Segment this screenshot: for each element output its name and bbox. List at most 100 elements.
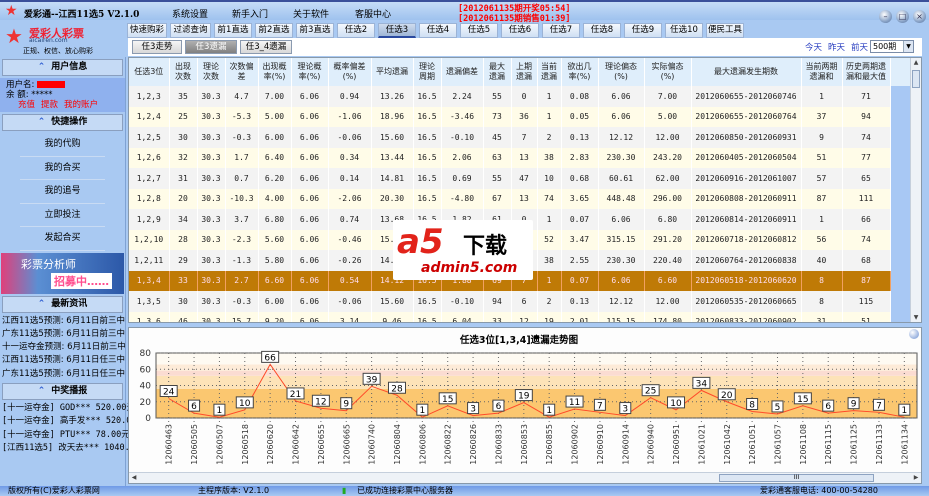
table-scrollbar[interactable]: ▲ ▼: [910, 58, 921, 322]
column-header[interactable]: 平均遗漏: [371, 58, 414, 86]
chart-scrollbar[interactable]: ◀ III ▶: [129, 472, 921, 483]
scroll-thumb[interactable]: III: [719, 474, 874, 482]
data-label: 24: [163, 388, 175, 398]
table-row[interactable]: 1,2,6 32 30.3 1.7 6.40 6.06 0.34 13.44 16.5 2.06 6…: [129, 147, 911, 168]
menu-system-settings[interactable]: 系统设置: [172, 7, 208, 20]
table-cell: 4.7: [225, 86, 259, 107]
table-row[interactable]: 1,2,5 30 30.3 -0.3 6.00 6.06 -0.06 15.60 16.5 -0.…: [129, 127, 911, 148]
withdraw-link[interactable]: 提款: [41, 100, 58, 110]
column-header[interactable]: 理论 次数: [197, 58, 226, 86]
data-label: 6: [191, 402, 197, 412]
column-header[interactable]: 概率偏差 (%): [328, 58, 372, 86]
tab-4[interactable]: 前3直选: [296, 23, 334, 38]
column-header[interactable]: 理论 周期: [413, 58, 442, 86]
menu-about[interactable]: 关于软件: [293, 7, 329, 20]
table-row[interactable]: 1,2,8 20 30.3 -10.3 4.00 6.06 -2.06 20.30 16.5 -4…: [129, 188, 911, 209]
user-info-header[interactable]: ⌃ 用户信息: [2, 59, 123, 76]
tab-0[interactable]: 快速购彩: [127, 23, 167, 38]
table-cell: 1,2,11: [129, 250, 170, 271]
tab-3[interactable]: 前2直选: [255, 23, 293, 38]
tab-5[interactable]: 任选2: [337, 23, 375, 38]
recruit-banner[interactable]: 彩票分析师 招募中……: [1, 252, 124, 294]
column-header[interactable]: 理论偏态 (%): [598, 58, 645, 86]
tab-11[interactable]: 任选8: [583, 23, 621, 38]
table-row[interactable]: 1,3,6 46 30.3 15.7 9.20 6.06 3.14 9.46 16.5 6.04 3…: [129, 311, 911, 322]
tab-2[interactable]: 前1直选: [214, 23, 252, 38]
column-header[interactable]: 上期 遗漏: [511, 58, 538, 86]
scroll-right-icon[interactable]: ▶: [911, 474, 921, 481]
news-item[interactable]: 广东11选5预测: 6月11日前三中: [0, 328, 125, 341]
column-header[interactable]: 次数偏差: [225, 58, 259, 86]
tab-13[interactable]: 任选10: [665, 23, 703, 38]
menu-support[interactable]: 客服中心: [355, 7, 391, 20]
data-label: 28: [391, 384, 403, 394]
column-header[interactable]: 出现 次数: [169, 58, 198, 86]
tab-ren3-4-omission[interactable]: 任3_4遗漏: [240, 40, 292, 54]
tab-7[interactable]: 任选4: [419, 23, 457, 38]
yesterday-link[interactable]: 昨天: [828, 43, 845, 53]
win-broadcast-header[interactable]: ⌃ 中奖播报: [2, 382, 123, 400]
news-item[interactable]: 十一运夺金预测: 6月11日前三中: [0, 341, 125, 354]
quick-my-follow[interactable]: 我的追号: [20, 180, 105, 204]
quick-ops-header[interactable]: ⌃ 快捷操作: [2, 114, 123, 131]
recharge-link[interactable]: 充值: [18, 100, 35, 110]
tab-12[interactable]: 任选9: [624, 23, 662, 38]
column-header[interactable]: 任选3位: [129, 58, 170, 86]
scroll-left-icon[interactable]: ◀: [129, 474, 139, 481]
tab-6[interactable]: 任选3: [378, 23, 416, 38]
table-row[interactable]: 1,3,5 30 30.3 -0.3 6.00 6.06 -0.06 15.60 16.5 -0.…: [129, 291, 911, 312]
column-header[interactable]: 历史两期遗 漏和最大值: [842, 58, 891, 86]
column-header[interactable]: 最大 遗漏: [483, 58, 512, 86]
news-item[interactable]: 广东11选5预测: 6月11日任三中: [0, 368, 125, 381]
quick-my-group-buys[interactable]: 我的合买: [20, 157, 105, 180]
x-tick-label: 12060833: [494, 424, 503, 465]
menu-beginner[interactable]: 新手入门: [232, 7, 268, 20]
today-link[interactable]: 今天: [805, 43, 822, 53]
column-header[interactable]: 出现概 率(%): [258, 58, 292, 86]
scroll-thumb[interactable]: [912, 70, 920, 88]
day-before-link[interactable]: 前天: [851, 43, 868, 53]
news-header[interactable]: ⌃ 最新资讯: [2, 295, 123, 313]
table-row[interactable]: 1,2,3 35 30.3 4.7 7.00 6.06 0.94 13.26 16.5 2.24 5…: [129, 86, 911, 107]
chevron-down-icon[interactable]: ▼: [903, 41, 913, 52]
column-header[interactable]: 实际偏态 (%): [644, 58, 692, 86]
tab-ren3-omission[interactable]: 任3遗漏: [185, 40, 237, 54]
scroll-down-icon[interactable]: ▼: [911, 314, 921, 321]
tab-10[interactable]: 任选7: [542, 23, 580, 38]
tab-14[interactable]: 便民工具: [706, 23, 744, 38]
row-blank-cell: [890, 127, 911, 148]
data-label: 3: [622, 405, 628, 415]
table-cell: 7.00: [258, 86, 292, 107]
column-header[interactable]: 当前 遗漏: [537, 58, 562, 86]
table-cell: 30.3: [197, 147, 226, 168]
x-tick-label: 12060914: [621, 424, 630, 465]
column-header[interactable]: 遗漏偏差: [441, 58, 484, 86]
x-tick-label: 12061133: [875, 424, 884, 465]
minimize-icon[interactable]: –: [879, 10, 892, 23]
table-cell: 87: [842, 270, 891, 291]
restore-icon[interactable]: □: [896, 10, 909, 23]
table-cell: 291.20: [644, 229, 692, 250]
quick-bet-now[interactable]: 立即投注: [20, 204, 105, 227]
column-header[interactable]: 最大遗漏发生期数: [691, 58, 802, 86]
close-icon[interactable]: ×: [913, 10, 926, 23]
table-row[interactable]: 1,2,4 25 30.3 -5.3 5.00 6.06 -1.06 18.96 16.5 -3.…: [129, 106, 911, 127]
quick-my-purchases[interactable]: 我的代购: [20, 133, 105, 157]
tab-8[interactable]: 任选5: [460, 23, 498, 38]
scroll-up-icon[interactable]: ▲: [911, 59, 921, 66]
tab-1[interactable]: 过滤查询: [170, 23, 211, 38]
table-cell: 51: [801, 147, 843, 168]
news-item[interactable]: 江西11选5预测: 6月11日前三中: [0, 315, 125, 328]
period-select[interactable]: 500期 ▼: [870, 40, 914, 53]
data-point: 10: [235, 396, 254, 409]
my-account-link[interactable]: 我的账户: [64, 100, 98, 110]
news-item[interactable]: 江西11选5预测: 6月11日任三中: [0, 354, 125, 367]
column-header[interactable]: 当前两期 遗漏和: [801, 58, 843, 86]
column-header[interactable]: 欲出几 率(%): [561, 58, 599, 86]
table-row[interactable]: 1,2,7 31 30.3 0.7 6.20 6.06 0.14 14.81 16.5 0.69 5…: [129, 168, 911, 189]
quick-start-group-buy[interactable]: 发起合买: [20, 227, 105, 251]
tab-ren3-trend[interactable]: 任3走势: [132, 40, 182, 54]
column-header[interactable]: 理论概 率(%): [291, 58, 329, 86]
tab-9[interactable]: 任选6: [501, 23, 539, 38]
x-tick-label: 12060822: [444, 424, 453, 465]
